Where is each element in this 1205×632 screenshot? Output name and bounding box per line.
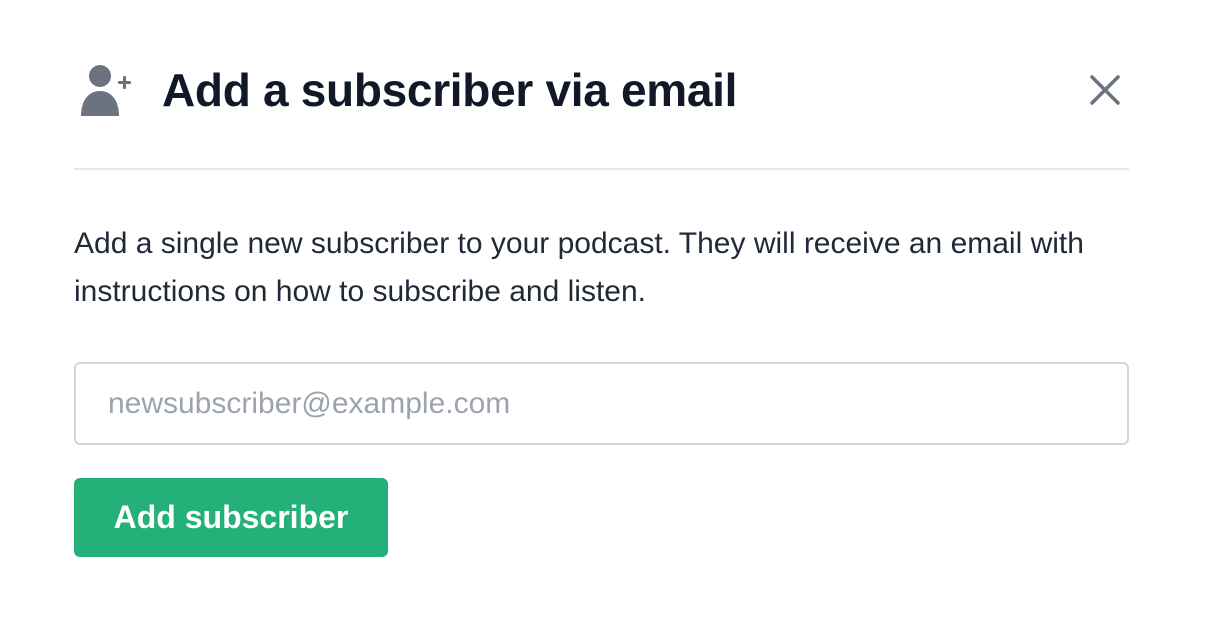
close-icon — [1090, 75, 1120, 105]
dialog-header: Add a subscriber via email — [74, 52, 1129, 128]
add-subscriber-dialog: Add a subscriber via email Add a single … — [0, 0, 1205, 632]
dialog-title: Add a subscriber via email — [162, 64, 738, 116]
header-divider — [74, 168, 1129, 170]
dialog-description: Add a single new subscriber to your podc… — [74, 227, 1084, 308]
add-subscriber-button[interactable]: Add subscriber — [74, 478, 388, 557]
close-button[interactable] — [1087, 72, 1123, 108]
user-plus-icon — [78, 62, 134, 118]
email-input[interactable] — [74, 362, 1129, 445]
